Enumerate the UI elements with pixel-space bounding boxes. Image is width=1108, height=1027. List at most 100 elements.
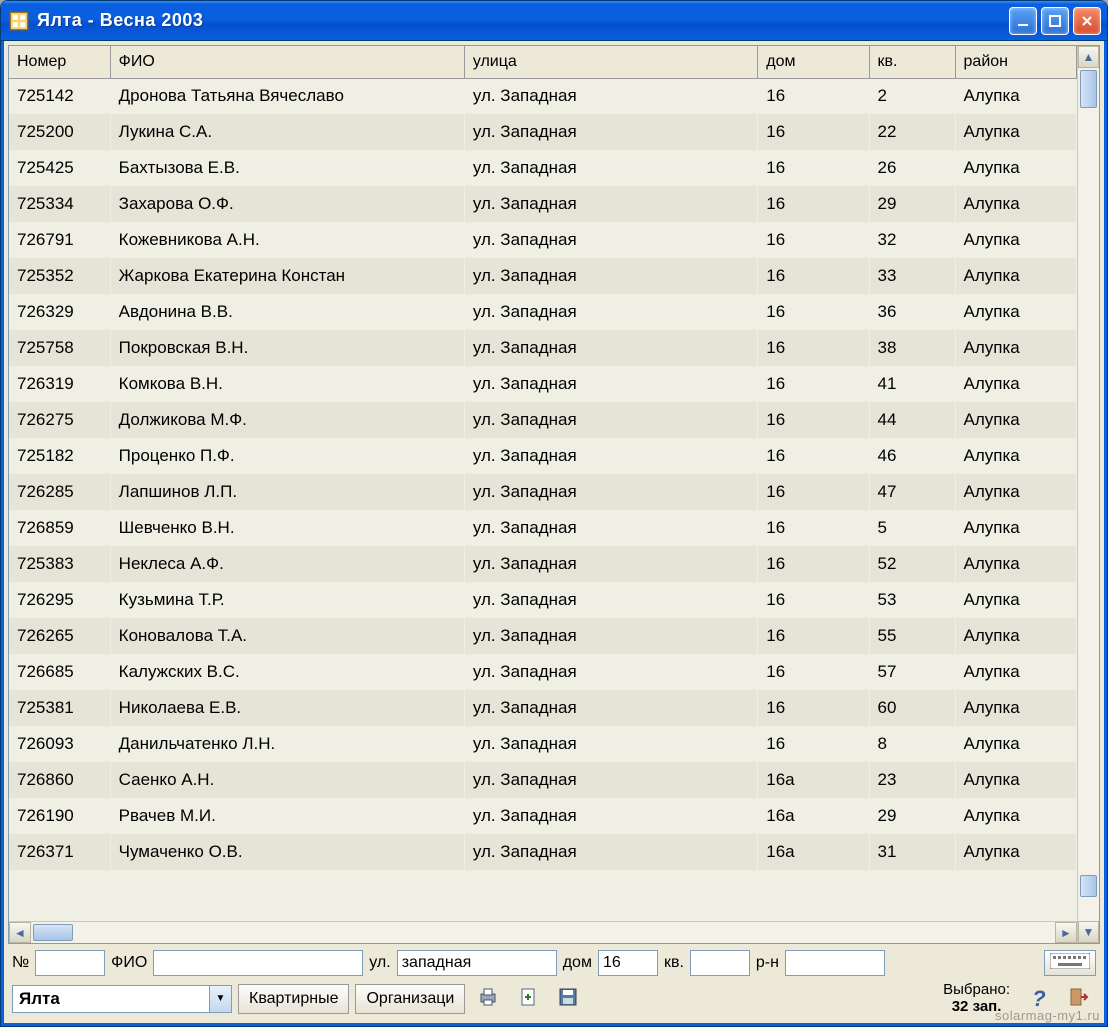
cell-street: ул. Западная <box>464 690 757 726</box>
cell-apt: 53 <box>869 582 955 618</box>
city-combo[interactable]: Ялта ▼ <box>12 985 232 1013</box>
filter-street-label: ул. <box>369 954 390 972</box>
h-scroll-thumb[interactable] <box>33 924 73 941</box>
table-row[interactable]: 725352Жаркова Екатерина Констанул. Запад… <box>9 258 1077 294</box>
table-row[interactable]: 725334Захарова О.Ф.ул. Западная1629Алупк… <box>9 186 1077 222</box>
cell-fio: Коновалова Т.А. <box>110 618 464 654</box>
vertical-scrollbar[interactable]: ▲ ▼ <box>1077 46 1099 943</box>
cell-house: 16 <box>758 582 869 618</box>
window-title: Ялта - Весна 2003 <box>37 10 1009 31</box>
app-window: Ялта - Весна 2003 Номер <box>0 0 1108 1027</box>
scroll-down-arrow-icon[interactable]: ▼ <box>1078 921 1099 943</box>
cell-street: ул. Западная <box>464 726 757 762</box>
table-row[interactable]: 725182Проценко П.Ф.ул. Западная1646Алупк… <box>9 438 1077 474</box>
cell-area: Алупка <box>955 114 1076 150</box>
table-row[interactable]: 726371Чумаченко О.В.ул. Западная16а31Алу… <box>9 834 1077 870</box>
table-row[interactable]: 726295Кузьмина Т.Р.ул. Западная1653Алупк… <box>9 582 1077 618</box>
chevron-down-icon[interactable]: ▼ <box>209 986 231 1012</box>
filter-street-input[interactable] <box>397 950 557 976</box>
cell-street: ул. Западная <box>464 186 757 222</box>
cell-house: 16 <box>758 78 869 114</box>
cell-number: 725142 <box>9 78 110 114</box>
export-button[interactable] <box>511 984 545 1014</box>
table-row[interactable]: 725758Покровская В.Н.ул. Западная1638Алу… <box>9 330 1077 366</box>
close-button[interactable] <box>1073 7 1101 35</box>
cell-street: ул. Западная <box>464 582 757 618</box>
filter-number-input[interactable] <box>35 950 105 976</box>
filter-fio-input[interactable] <box>153 950 363 976</box>
cell-apt: 41 <box>869 366 955 402</box>
minimize-button[interactable] <box>1009 7 1037 35</box>
cell-number: 725352 <box>9 258 110 294</box>
col-header-house[interactable]: дом <box>758 46 869 78</box>
table-row[interactable]: 726860Саенко А.Н.ул. Западная16а23Алупка <box>9 762 1077 798</box>
cell-apt: 31 <box>869 834 955 870</box>
maximize-button[interactable] <box>1041 7 1069 35</box>
cell-area: Алупка <box>955 222 1076 258</box>
scroll-left-arrow-icon[interactable]: ◄ <box>9 922 31 943</box>
apartments-button[interactable]: Квартирные <box>238 984 349 1014</box>
cell-area: Алупка <box>955 294 1076 330</box>
col-header-number[interactable]: Номер <box>9 46 110 78</box>
col-header-street[interactable]: улица <box>464 46 757 78</box>
filter-area-input[interactable] <box>785 950 885 976</box>
col-header-fio[interactable]: ФИО <box>110 46 464 78</box>
scroll-up-arrow-icon[interactable]: ▲ <box>1078 46 1099 68</box>
table-row[interactable]: 726319Комкова В.Н.ул. Западная1641Алупка <box>9 366 1077 402</box>
cell-street: ул. Западная <box>464 798 757 834</box>
table-row[interactable]: 726190Рвачев М.И.ул. Западная16а29Алупка <box>9 798 1077 834</box>
cell-fio: Калужских В.С. <box>110 654 464 690</box>
app-icon <box>9 11 29 31</box>
cell-apt: 26 <box>869 150 955 186</box>
cell-area: Алупка <box>955 474 1076 510</box>
scroll-right-arrow-icon[interactable]: ► <box>1055 922 1077 943</box>
cell-fio: Комкова В.Н. <box>110 366 464 402</box>
keyboard-icon <box>1050 953 1090 974</box>
table-row[interactable]: 726791Кожевникова А.Н.ул. Западная1632Ал… <box>9 222 1077 258</box>
filter-apt-input[interactable] <box>690 950 750 976</box>
table-row[interactable]: 726093Данильчатенко Л.Н.ул. Западная168А… <box>9 726 1077 762</box>
exit-button[interactable] <box>1062 984 1096 1014</box>
horizontal-scrollbar[interactable]: ◄ ► <box>9 921 1077 943</box>
help-button[interactable]: ? <box>1022 984 1056 1014</box>
cell-apt: 32 <box>869 222 955 258</box>
cell-fio: Дронова Татьяна Вячеславо <box>110 78 464 114</box>
col-header-area[interactable]: район <box>955 46 1076 78</box>
table-row[interactable]: 726265Коновалова Т.А.ул. Западная1655Алу… <box>9 618 1077 654</box>
cell-apt: 29 <box>869 798 955 834</box>
status-count: 32 зап. <box>943 999 1010 1016</box>
document-plus-icon <box>517 986 539 1011</box>
table-row[interactable]: 725381Николаева Е.В.ул. Западная1660Алуп… <box>9 690 1077 726</box>
cell-street: ул. Западная <box>464 330 757 366</box>
table-row[interactable]: 726275Должикова М.Ф.ул. Западная1644Алуп… <box>9 402 1077 438</box>
cell-house: 16 <box>758 510 869 546</box>
cell-area: Алупка <box>955 186 1076 222</box>
floppy-icon <box>557 986 579 1011</box>
cell-street: ул. Западная <box>464 114 757 150</box>
cell-fio: Захарова О.Ф. <box>110 186 464 222</box>
organizations-button[interactable]: Организаци <box>355 984 465 1014</box>
cell-apt: 46 <box>869 438 955 474</box>
cell-house: 16 <box>758 654 869 690</box>
table-row[interactable]: 725200Лукина С.А.ул. Западная1622Алупка <box>9 114 1077 150</box>
keyboard-button[interactable] <box>1044 950 1096 976</box>
table-row[interactable]: 726285Лапшинов Л.П.ул. Западная1647Алупк… <box>9 474 1077 510</box>
cell-fio: Бахтызова Е.В. <box>110 150 464 186</box>
print-button[interactable] <box>471 984 505 1014</box>
table-row[interactable]: 725425Бахтызова Е.В.ул. Западная1626Алуп… <box>9 150 1077 186</box>
filter-house-input[interactable] <box>598 950 658 976</box>
table-row[interactable]: 726685Калужских В.С.ул. Западная1657Алуп… <box>9 654 1077 690</box>
col-header-apt[interactable]: кв. <box>869 46 955 78</box>
table-row[interactable]: 725383Неклеса А.Ф.ул. Западная1652Алупка <box>9 546 1077 582</box>
v-scroll-thumb-marker[interactable] <box>1080 875 1097 897</box>
cell-number: 726685 <box>9 654 110 690</box>
table-row[interactable]: 726859Шевченко В.Н.ул. Западная165Алупка <box>9 510 1077 546</box>
save-button[interactable] <box>551 984 585 1014</box>
cell-house: 16 <box>758 114 869 150</box>
cell-number: 726190 <box>9 798 110 834</box>
table-row[interactable]: 726329Авдонина В.В.ул. Западная1636Алупк… <box>9 294 1077 330</box>
cell-street: ул. Западная <box>464 834 757 870</box>
titlebar[interactable]: Ялта - Весна 2003 <box>1 1 1107 41</box>
table-row[interactable]: 725142Дронова Татьяна Вячеславоул. Запад… <box>9 78 1077 114</box>
v-scroll-thumb-top[interactable] <box>1080 70 1097 108</box>
